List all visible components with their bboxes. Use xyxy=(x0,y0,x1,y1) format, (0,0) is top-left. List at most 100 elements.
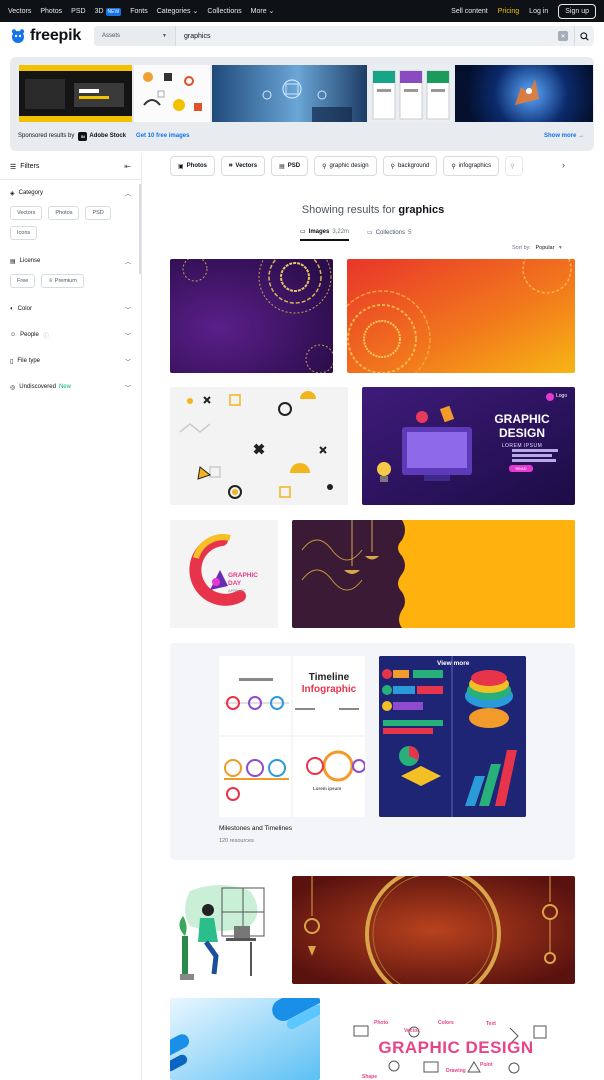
chip-premium[interactable]: ♕ Premium xyxy=(41,274,84,288)
3d-infographic-art xyxy=(379,656,526,817)
tag-infographics[interactable]: ⚲ infographics xyxy=(443,156,500,176)
filter-file-type: ▯ File type ﹀ xyxy=(0,348,141,374)
result-red-gold-frame[interactable] xyxy=(292,876,575,984)
tab-images[interactable]: ▭ Images 3,22m xyxy=(300,228,350,241)
tag-more[interactable]: ⚲ xyxy=(505,156,524,176)
sort-value: Popular xyxy=(535,245,555,251)
filter-file-type-toggle[interactable]: ▯ File type ﹀ xyxy=(10,348,131,374)
graphic-design-title: GRAPHIC DESIGN xyxy=(494,412,550,440)
purple-mandala-art xyxy=(170,259,333,373)
info-icon[interactable]: ⓘ xyxy=(43,331,49,340)
collection-timeline-image[interactable]: Timeline Infographic Lorem ipsum xyxy=(219,656,365,817)
license-icon: ▤ xyxy=(10,258,16,265)
filter-license: ▤ License ︿ Free ♕ Premium xyxy=(0,248,141,288)
tab-collections[interactable]: ▭ Collections 5 xyxy=(367,228,411,241)
memphis-pattern-art xyxy=(170,387,348,505)
collection-title[interactable]: Milestones and Timelines xyxy=(219,825,292,832)
nav-3d[interactable]: 3D NEW xyxy=(95,7,122,16)
filters-icon: ☰ xyxy=(10,163,17,171)
search-input[interactable]: graphics xyxy=(176,33,558,40)
filter-color-title: Color xyxy=(17,306,32,312)
nav-collections[interactable]: Collections xyxy=(207,8,241,15)
filter-undiscovered: ◎ Undiscovered New ﹀ xyxy=(0,374,141,400)
pricing-link[interactable]: Pricing xyxy=(498,8,519,15)
nav-more-label: More xyxy=(250,8,267,15)
sponsored-footer: Sponsored results by St Adobe Stock Get … xyxy=(18,129,584,143)
search-button[interactable] xyxy=(574,26,594,46)
result-graphic-day[interactable]: GRAPHIC DAY APRIL 27 xyxy=(170,520,278,628)
result-memphis-pattern[interactable] xyxy=(170,387,348,505)
sponsored-image-4-art xyxy=(372,70,450,120)
collapse-sidebar-icon[interactable]: ⇤ xyxy=(124,162,131,171)
sponsored-image-4[interactable] xyxy=(369,65,453,122)
result-orange-mandala[interactable] xyxy=(347,259,575,373)
collection-icon: ▭ xyxy=(367,230,373,236)
chip-free[interactable]: Free xyxy=(10,274,36,288)
filter-file-type-title: File type xyxy=(17,358,40,364)
logo-text: freepik xyxy=(30,27,82,44)
filter-category-toggle[interactable]: ◈ Category ︿ xyxy=(10,180,131,206)
sponsored-image-3[interactable] xyxy=(212,65,367,122)
show-more-link[interactable]: Show more → xyxy=(544,133,584,139)
result-diwali-banner[interactable] xyxy=(292,520,575,628)
search-icon: ⚲ xyxy=(510,163,515,170)
new-badge: NEW xyxy=(105,7,122,16)
result-blue-abstract[interactable] xyxy=(170,998,320,1080)
tag-vectors[interactable]: ⌗ Vectors xyxy=(221,156,266,176)
result-purple-mandala[interactable] xyxy=(170,259,333,373)
sort-by[interactable]: Sort by: Popular ▾ xyxy=(512,245,562,251)
chip-vectors[interactable]: Vectors xyxy=(10,206,43,220)
sponsored-section: Sponsored results by St Adobe Stock Get … xyxy=(10,57,594,151)
nav-psd[interactable]: PSD xyxy=(71,8,85,15)
chip-icons[interactable]: Icons xyxy=(10,226,38,240)
login-link[interactable]: Log in xyxy=(529,8,548,15)
result-remote-worker-illustration[interactable] xyxy=(170,876,278,984)
tag-background[interactable]: ⚲ background xyxy=(382,156,438,176)
sort-label: Sort by: xyxy=(512,245,531,251)
nav-vectors[interactable]: Vectors xyxy=(8,8,31,15)
results-query: graphics xyxy=(398,204,445,216)
collection-3d-infographic[interactable] xyxy=(379,656,526,817)
chevron-down-icon: ﹀ xyxy=(124,385,131,392)
free-images-link[interactable]: Get 10 free images xyxy=(136,133,189,139)
filter-undiscovered-toggle[interactable]: ◎ Undiscovered New ﹀ xyxy=(10,374,131,400)
sponsored-image-1[interactable] xyxy=(19,65,132,122)
adobe-stock-brand[interactable]: St Adobe Stock xyxy=(78,131,126,141)
timeline-title: Timeline xyxy=(308,672,350,683)
sidebar-scrollbar[interactable] xyxy=(139,184,141,274)
results-prefix: Showing results for xyxy=(301,204,396,216)
signup-button[interactable]: Sign up xyxy=(558,3,596,19)
clear-search-icon[interactable]: ✕ xyxy=(558,31,568,41)
filter-people-toggle[interactable]: ☺ People ⓘ ﹀ xyxy=(10,322,131,348)
nav-photos[interactable]: Photos xyxy=(40,8,62,15)
asset-type-value: Assets xyxy=(102,33,121,39)
tag-photos[interactable]: ▣ Photos xyxy=(170,156,216,176)
filter-color-toggle[interactable]: ◐ Color ﹀ xyxy=(10,296,131,322)
sell-content-link[interactable]: Sell content xyxy=(451,8,488,15)
chevron-down-icon: ▾ xyxy=(558,245,562,251)
nav-more[interactable]: More ⌄ xyxy=(251,7,275,15)
chip-photos[interactable]: Photos xyxy=(48,206,80,220)
people-icon: ☺ xyxy=(10,332,17,338)
tag-psd[interactable]: ▤ PSD xyxy=(271,156,309,176)
filters-sidebar: ☰ Filters ⇤ ◈ Category ︿ Vectors Photos … xyxy=(0,154,142,1080)
result-graphic-design-wordcloud[interactable]: GRAPHIC DESIGN Photo Colors Text Vector … xyxy=(334,998,575,1080)
vector-icon: ⌗ xyxy=(229,162,233,169)
tag-infographics-label: infographics xyxy=(458,163,492,169)
freepik-logo[interactable]: freepik xyxy=(10,27,81,45)
chip-premium-label: Premium xyxy=(54,278,77,284)
result-graphic-design-card[interactable]: Logo GRAPHIC DESIGN LOREM IPSUM READ xyxy=(362,387,575,505)
graphic-design-subtitle: LOREM IPSUM xyxy=(501,443,543,449)
chevron-right-icon[interactable]: › xyxy=(562,160,565,170)
view-more-link[interactable]: View more xyxy=(437,660,469,667)
sponsored-image-2[interactable] xyxy=(134,65,210,122)
tag-graphic-design[interactable]: ⚲ graphic design xyxy=(314,156,377,176)
sponsored-image-5[interactable] xyxy=(455,65,593,122)
nav-categories[interactable]: Categories ⌄ xyxy=(157,7,199,15)
chip-psd[interactable]: PSD xyxy=(85,206,111,220)
filter-undiscovered-title: Undiscovered xyxy=(19,384,56,390)
nav-fonts[interactable]: Fonts xyxy=(130,8,148,15)
asset-type-select[interactable]: Assets ▼ xyxy=(94,26,176,46)
filter-license-toggle[interactable]: ▤ License ︿ xyxy=(10,248,131,274)
diwali-banner-art xyxy=(292,520,575,628)
